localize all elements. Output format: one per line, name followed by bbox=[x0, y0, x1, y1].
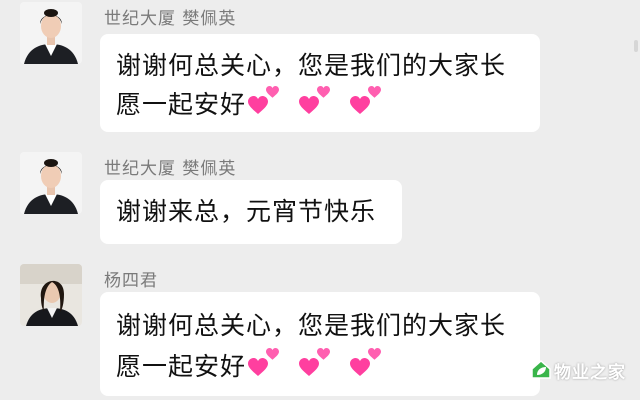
message-text: 愿一起安好 bbox=[116, 90, 247, 119]
chat-message-list[interactable]: 世纪大厦 樊佩英 谢谢何总关心，您是我们的大家长 愿一起安好 世纪大厦 樊佩英 … bbox=[0, 0, 640, 400]
two-hearts-icon bbox=[349, 86, 384, 118]
avatar[interactable] bbox=[20, 264, 82, 326]
message-bubble[interactable]: 谢谢来总，元宵节快乐 bbox=[100, 180, 402, 244]
two-hearts-icon bbox=[349, 348, 384, 380]
avatar[interactable] bbox=[20, 2, 82, 64]
emoji-group bbox=[248, 86, 392, 126]
sender-name: 世纪大厦 樊佩英 bbox=[104, 159, 237, 179]
avatar-photo bbox=[20, 2, 82, 64]
sender-name: 杨四君 bbox=[104, 271, 158, 291]
avatar[interactable] bbox=[20, 152, 82, 214]
watermark-text: 物业之家 bbox=[554, 363, 626, 383]
scrollbar[interactable] bbox=[634, 40, 638, 52]
message-text: 愿一起安好 bbox=[116, 352, 247, 381]
emoji-group bbox=[248, 348, 392, 388]
message-text-line: 谢谢何总关心，您是我们的大家长 bbox=[116, 51, 507, 80]
two-hearts-icon bbox=[298, 348, 333, 380]
message-bubble[interactable]: 谢谢何总关心，您是我们的大家长 愿一起安好 bbox=[100, 292, 540, 396]
message-text-line: 谢谢何总关心，您是我们的大家长 bbox=[116, 311, 507, 340]
two-hearts-icon bbox=[248, 348, 282, 380]
watermark: 物业之家 bbox=[530, 356, 636, 384]
sender-name: 世纪大厦 樊佩英 bbox=[104, 9, 237, 29]
two-hearts-icon bbox=[298, 86, 333, 118]
message-bubble[interactable]: 谢谢何总关心，您是我们的大家长 愿一起安好 bbox=[100, 34, 540, 132]
house-leaf-icon bbox=[531, 359, 551, 379]
message-text-line: 谢谢来总，元宵节快乐 bbox=[116, 197, 377, 226]
avatar-photo bbox=[20, 152, 82, 214]
avatar-photo bbox=[20, 264, 82, 326]
message-text-line: 愿一起安好 bbox=[116, 86, 392, 126]
message-text-line: 愿一起安好 bbox=[116, 348, 392, 388]
two-hearts-icon bbox=[248, 86, 282, 118]
